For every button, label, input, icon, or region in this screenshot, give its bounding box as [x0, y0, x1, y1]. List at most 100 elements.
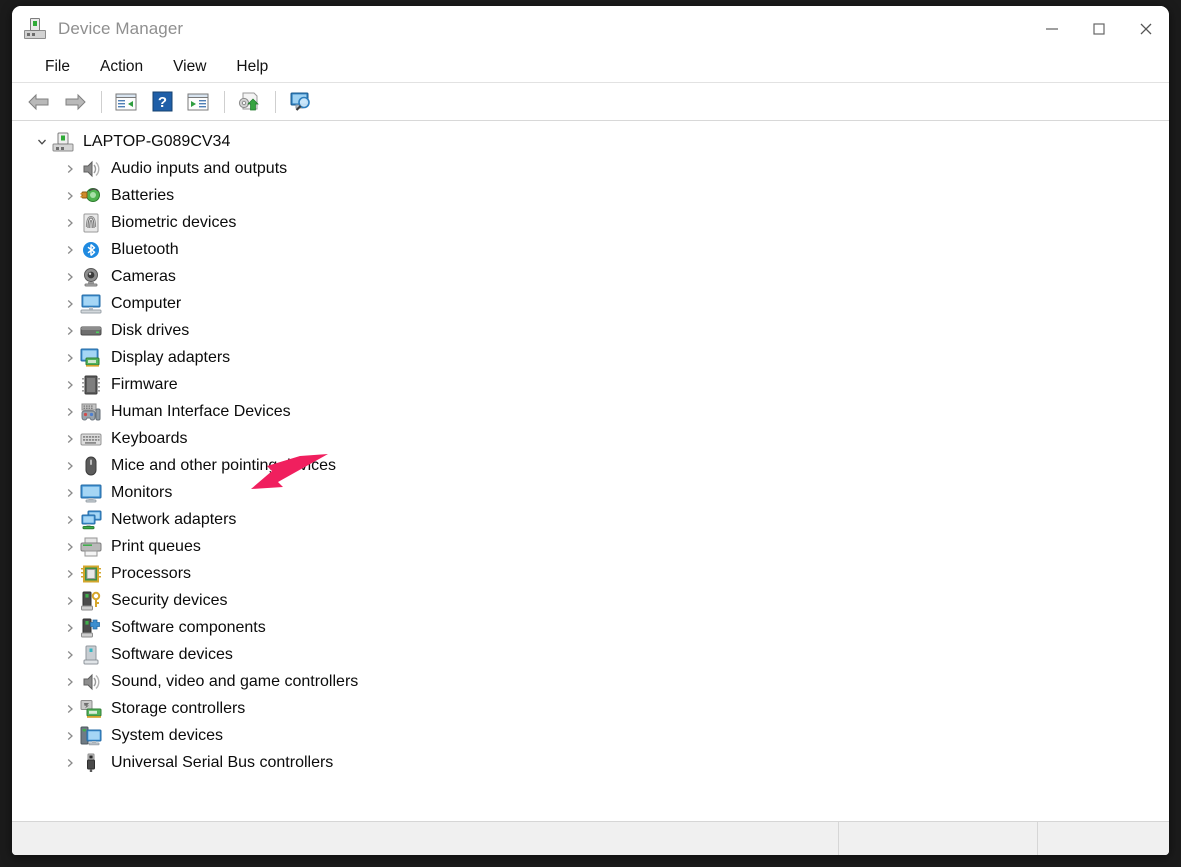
security-key-icon [80, 591, 102, 611]
tree-item-label: Universal Serial Bus controllers [111, 753, 333, 773]
chevron-right-icon[interactable] [60, 298, 80, 310]
monitor-icon [80, 483, 102, 503]
tree-item-sound-video-and-game-controllers[interactable]: Sound, video and game controllers [12, 668, 1169, 695]
processor-icon [80, 564, 102, 584]
tree-item-label: Computer [111, 294, 181, 314]
forward-arrow-icon[interactable] [58, 87, 92, 117]
close-button[interactable] [1122, 6, 1169, 52]
tree-item-label: Display adapters [111, 348, 230, 368]
tree-item-cameras[interactable]: Cameras [12, 263, 1169, 290]
update-driver-icon[interactable] [232, 87, 266, 117]
disk-drive-icon [80, 321, 102, 341]
tree-item-software-components[interactable]: Software components [12, 614, 1169, 641]
chevron-right-icon[interactable] [60, 217, 80, 229]
tree-item-bluetooth[interactable]: Bluetooth [12, 236, 1169, 263]
show-console-tree-icon[interactable] [109, 87, 143, 117]
chevron-right-icon[interactable] [60, 190, 80, 202]
tree-item-keyboards[interactable]: Keyboards [12, 425, 1169, 452]
tree-item-label: Keyboards [111, 429, 188, 449]
tree-item-label: Disk drives [111, 321, 189, 341]
usb-icon [80, 753, 102, 773]
tree-item-disk-drives[interactable]: Disk drives [12, 317, 1169, 344]
scan-hardware-changes-icon[interactable] [283, 87, 317, 117]
tree-item-biometric-devices[interactable]: Biometric devices [12, 209, 1169, 236]
toolbar-separator [224, 91, 225, 113]
chevron-right-icon[interactable] [60, 379, 80, 391]
tree-item-label: System devices [111, 726, 223, 746]
chevron-right-icon[interactable] [60, 352, 80, 364]
tree-item-computer[interactable]: Computer [12, 290, 1169, 317]
device-manager-icon [24, 18, 46, 40]
help-icon[interactable]: ? [145, 87, 179, 117]
chevron-right-icon[interactable] [60, 514, 80, 526]
device-tree[interactable]: LAPTOP-G089CV34 Audio inputs and outputs [12, 121, 1169, 821]
tree-item-network-adapters[interactable]: Network adapters [12, 506, 1169, 533]
chevron-right-icon[interactable] [60, 487, 80, 499]
tree-item-human-interface-devices[interactable]: Human Interface Devices [12, 398, 1169, 425]
tree-item-display-adapters[interactable]: Display adapters [12, 344, 1169, 371]
tree-item-label: Mice and other pointing devices [111, 456, 336, 476]
status-bar-right-pane [1037, 822, 1169, 855]
menu-item-help[interactable]: Help [223, 56, 281, 79]
chevron-right-icon[interactable] [60, 433, 80, 445]
tree-root-item[interactable]: LAPTOP-G089CV34 [12, 128, 1169, 155]
tree-item-label: Bluetooth [111, 240, 179, 260]
chevron-right-icon[interactable] [60, 649, 80, 661]
chevron-right-icon[interactable] [60, 595, 80, 607]
chevron-right-icon[interactable] [60, 568, 80, 580]
tree-item-software-devices[interactable]: Software devices [12, 641, 1169, 668]
tree-item-label: Biometric devices [111, 213, 236, 233]
tree-item-label: Software devices [111, 645, 233, 665]
tree-item-print-queues[interactable]: Print queues [12, 533, 1169, 560]
computer-root-icon [52, 132, 74, 152]
fingerprint-icon [80, 213, 102, 233]
tree-item-batteries[interactable]: Batteries [12, 182, 1169, 209]
battery-icon [80, 186, 102, 206]
tree-item-security-devices[interactable]: Security devices [12, 587, 1169, 614]
minimize-button[interactable] [1028, 6, 1075, 52]
chevron-right-icon[interactable] [60, 325, 80, 337]
desktop-background: Device Manager File Action View Help [0, 0, 1181, 867]
toolbar-separator [101, 91, 102, 113]
chevron-right-icon[interactable] [60, 541, 80, 553]
status-bar-left-pane [12, 822, 838, 855]
tree-item-universal-serial-bus-controllers[interactable]: Universal Serial Bus controllers [12, 749, 1169, 776]
tree-item-processors[interactable]: Processors [12, 560, 1169, 587]
maximize-button[interactable] [1075, 6, 1122, 52]
tree-item-system-devices[interactable]: System devices [12, 722, 1169, 749]
chevron-right-icon[interactable] [60, 460, 80, 472]
chevron-right-icon[interactable] [60, 271, 80, 283]
chevron-right-icon[interactable] [60, 757, 80, 769]
chevron-right-icon[interactable] [60, 730, 80, 742]
tree-item-label: Audio inputs and outputs [111, 159, 287, 179]
chip-icon [80, 375, 102, 395]
tree-root-label: LAPTOP-G089CV34 [83, 132, 230, 152]
software-device-icon [80, 645, 102, 665]
chevron-right-icon[interactable] [60, 703, 80, 715]
tree-item-storage-controllers[interactable]: Storage controllers [12, 695, 1169, 722]
chevron-right-icon[interactable] [60, 676, 80, 688]
chevron-right-icon[interactable] [60, 406, 80, 418]
mouse-icon [80, 456, 102, 476]
chevron-right-icon[interactable] [60, 244, 80, 256]
back-arrow-icon[interactable] [22, 87, 56, 117]
menu-item-action[interactable]: Action [87, 56, 156, 79]
properties-icon[interactable] [181, 87, 215, 117]
menu-item-view[interactable]: View [160, 56, 219, 79]
menu-item-file[interactable]: File [32, 56, 83, 79]
tree-item-mice-and-other-pointing-devices[interactable]: Mice and other pointing devices [12, 452, 1169, 479]
toolbar: ? [12, 83, 1169, 121]
software-component-icon [80, 618, 102, 638]
tree-item-label: Software components [111, 618, 266, 638]
window-title: Device Manager [58, 19, 183, 39]
tree-item-monitors[interactable]: Monitors [12, 479, 1169, 506]
network-adapter-icon [80, 510, 102, 530]
status-bar [12, 821, 1169, 855]
tree-item-firmware[interactable]: Firmware [12, 371, 1169, 398]
chevron-down-icon[interactable] [32, 136, 52, 148]
tree-item-audio-inputs-and-outputs[interactable]: Audio inputs and outputs [12, 155, 1169, 182]
chevron-right-icon[interactable] [60, 163, 80, 175]
tree-item-label: Security devices [111, 591, 228, 611]
storage-controller-icon [80, 699, 102, 719]
chevron-right-icon[interactable] [60, 622, 80, 634]
